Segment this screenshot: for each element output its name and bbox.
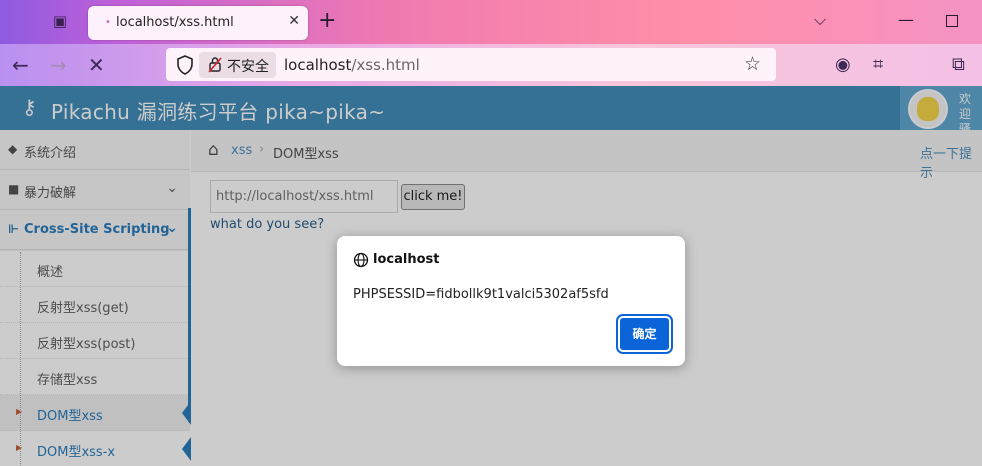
insecure-label: 不安全 [227,59,269,75]
screenshot-crop-icon[interactable]: ⌗ [873,54,883,75]
stop-loading-icon[interactable]: ✕ [88,54,105,76]
dialog-message: PHPSESSID=fidbollk9t1valci5302af5sfd [353,287,609,302]
alert-dialog: localhost PHPSESSID=fidbollk9t1valci5302… [337,236,685,366]
tab-close-icon[interactable]: ✕ [288,13,300,29]
url-path: /xss.html [351,56,420,74]
dialog-title: localhost [373,252,440,267]
back-icon[interactable]: ← [12,54,29,76]
url-host: localhost [284,56,352,74]
shield-icon[interactable] [176,55,194,75]
minimize-window-icon[interactable]: — [898,10,914,29]
bookmark-star-icon[interactable]: ☆ [744,53,761,75]
extensions-icon[interactable]: ⧉ [952,54,965,75]
maximize-window-icon[interactable] [946,15,958,27]
tab-overview-icon[interactable]: ▣ [50,11,70,31]
url-text[interactable]: localhost/xss.html [284,56,420,74]
globe-icon [353,252,369,268]
browser-tab-bar: ▣ • localhost/xss.html ✕ + ⌵ — [0,0,982,44]
tab-loading-dot-icon: • [105,17,111,28]
tab-list-chevron-icon[interactable]: ⌵ [814,10,826,30]
forward-icon[interactable]: → [50,54,67,76]
browser-tab[interactable]: • localhost/xss.html ✕ [88,6,308,40]
ok-button[interactable]: 确定 [616,314,673,354]
lock-slash-icon [208,57,222,73]
tab-title: localhost/xss.html [116,15,234,30]
account-icon[interactable]: ◉ [835,54,851,75]
insecure-badge[interactable]: 不安全 [199,52,276,78]
new-tab-button[interactable]: + [318,9,336,33]
